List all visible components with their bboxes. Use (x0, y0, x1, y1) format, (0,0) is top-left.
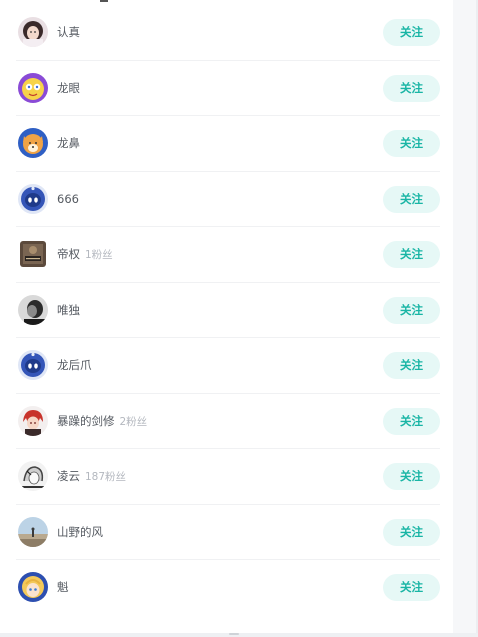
avatar-book-icon[interactable] (20, 241, 46, 267)
list-item: 龙鼻 关注 (16, 116, 440, 172)
user-name[interactable]: 暴躁的剑修 (57, 414, 115, 428)
user-name[interactable]: 山野的风 (57, 525, 103, 539)
more-indicator (229, 633, 239, 635)
avatar-landscape-icon[interactable] (18, 516, 48, 547)
follow-button[interactable]: 关注 (383, 352, 440, 379)
list-item: 认真 关注 (16, 5, 440, 61)
list-item: 魁 关注 (16, 560, 440, 616)
header-remnant (100, 0, 108, 2)
user-name[interactable]: 龙眼 (57, 81, 80, 95)
list-item: 暴躁的剑修 2粉丝 关注 (16, 394, 440, 449)
list-item: 凌云 187粉丝 关注 (16, 449, 440, 505)
follow-button[interactable]: 关注 (383, 296, 440, 324)
user-name[interactable]: 帝权 (57, 247, 80, 261)
avatar-girl-icon[interactable] (18, 17, 48, 47)
user-name[interactable]: 龙鼻 (57, 136, 80, 150)
user-name[interactable]: 龙后爪 (57, 358, 92, 372)
follow-button[interactable]: 关注 (383, 518, 440, 546)
user-name[interactable]: 唯独 (57, 303, 80, 317)
avatar-robot-icon[interactable] (18, 183, 48, 214)
user-list: 认真 关注 龙眼 关注 龙鼻 关注 666 关注 帝权 1粉丝 关注 唯独 关注… (16, 5, 440, 616)
follow-button[interactable]: 关注 (383, 574, 440, 601)
fans-count: 1粉丝 (85, 249, 113, 261)
list-item: 666 关注 (16, 172, 440, 227)
avatar-robot-icon[interactable] (18, 350, 48, 380)
list-item: 龙眼 关注 (16, 61, 440, 116)
user-name[interactable]: 凌云 (57, 469, 80, 483)
avatar-fox-icon[interactable] (18, 128, 48, 158)
page-gutter (453, 0, 478, 637)
follow-button[interactable]: 关注 (383, 241, 440, 268)
user-list-panel: 认真 关注 龙眼 关注 龙鼻 关注 666 关注 帝权 1粉丝 关注 唯独 关注… (0, 0, 453, 633)
fans-count: 187粉丝 (85, 471, 127, 483)
avatar-sketch-icon[interactable] (18, 461, 48, 491)
follow-button[interactable]: 关注 (383, 130, 440, 157)
list-item: 唯独 关注 (16, 283, 440, 338)
follow-button[interactable]: 关注 (383, 185, 440, 213)
list-item: 龙后爪 关注 (16, 338, 440, 394)
avatar-redhair-icon[interactable] (18, 405, 48, 436)
follow-button[interactable]: 关注 (383, 19, 440, 46)
user-name[interactable]: 666 (57, 192, 79, 206)
user-name[interactable]: 认真 (57, 25, 80, 39)
avatar-blonde-icon[interactable] (18, 572, 48, 602)
follow-button[interactable]: 关注 (383, 407, 440, 435)
follow-button[interactable]: 关注 (383, 74, 440, 102)
follow-button[interactable]: 关注 (383, 463, 440, 490)
avatar-mono-portrait-icon[interactable] (18, 294, 48, 325)
fans-count: 2粉丝 (119, 415, 148, 428)
list-item: 山野的风 关注 (16, 505, 440, 560)
list-item: 帝权 1粉丝 关注 (16, 227, 440, 283)
bottom-divider (0, 633, 478, 637)
avatar-yellow-cartoon-icon[interactable] (18, 72, 48, 103)
user-name[interactable]: 魁 (57, 580, 69, 594)
